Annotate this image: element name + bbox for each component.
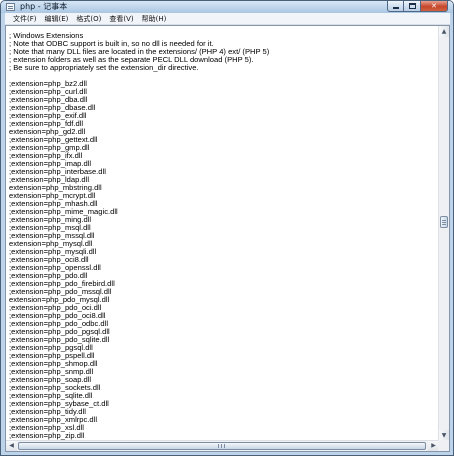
scroll-left-button[interactable]: ◀: [6, 441, 17, 451]
text-line: ; Be sure to appropriately set the exten…: [9, 63, 199, 72]
thumb-grip: [221, 444, 222, 448]
arrow-left-icon: ◀: [9, 442, 14, 449]
title-bar[interactable]: php - 记事本 ✕: [1, 1, 453, 13]
maximize-icon: [408, 3, 416, 9]
editor-frame: ; Windows Extensions; Note that ODBC sup…: [5, 25, 450, 452]
horizontal-scroll-thumb[interactable]: [18, 442, 426, 450]
arrow-right-icon: ▶: [431, 442, 436, 449]
close-icon: ✕: [431, 1, 437, 10]
thumb-grip: [224, 444, 225, 448]
menu-format[interactable]: 格式(O): [72, 13, 105, 25]
vertical-scroll-thumb[interactable]: [440, 216, 448, 228]
scroll-up-button[interactable]: ▲: [439, 26, 449, 37]
arrow-up-icon: ▲: [441, 28, 447, 35]
menu-edit[interactable]: 编辑(E): [41, 13, 73, 25]
menu-help[interactable]: 帮助(H): [138, 13, 171, 25]
thumb-grip: [218, 444, 219, 448]
notepad-icon[interactable]: [6, 3, 15, 11]
thumb-grip: [442, 224, 446, 225]
notepad-window: php - 记事本 ✕ 文件(F) 编辑(E) 格式(O) 查看(V) 帮助(H…: [0, 0, 454, 456]
resize-grip[interactable]: [438, 440, 449, 451]
arrow-down-icon: ▼: [441, 432, 447, 439]
maximize-button[interactable]: [404, 1, 421, 12]
menu-bar: 文件(F) 编辑(E) 格式(O) 查看(V) 帮助(H): [5, 13, 450, 25]
window-title: php - 记事本: [20, 2, 68, 11]
text-line: ;extension=php_zip.dll: [9, 431, 85, 440]
menu-view[interactable]: 查看(V): [105, 13, 137, 25]
text-editor[interactable]: ; Windows Extensions; Note that ODBC sup…: [6, 26, 439, 441]
vertical-scrollbar[interactable]: ▲ ▼: [438, 26, 449, 441]
minimize-button[interactable]: [387, 1, 404, 12]
horizontal-scrollbar[interactable]: ◀ ▶: [6, 440, 439, 451]
thumb-grip: [442, 222, 446, 223]
window-controls: ✕: [387, 1, 448, 12]
menu-file[interactable]: 文件(F): [9, 13, 41, 25]
minimize-icon: [392, 7, 399, 9]
close-button[interactable]: ✕: [421, 1, 448, 12]
thumb-grip: [442, 220, 446, 221]
